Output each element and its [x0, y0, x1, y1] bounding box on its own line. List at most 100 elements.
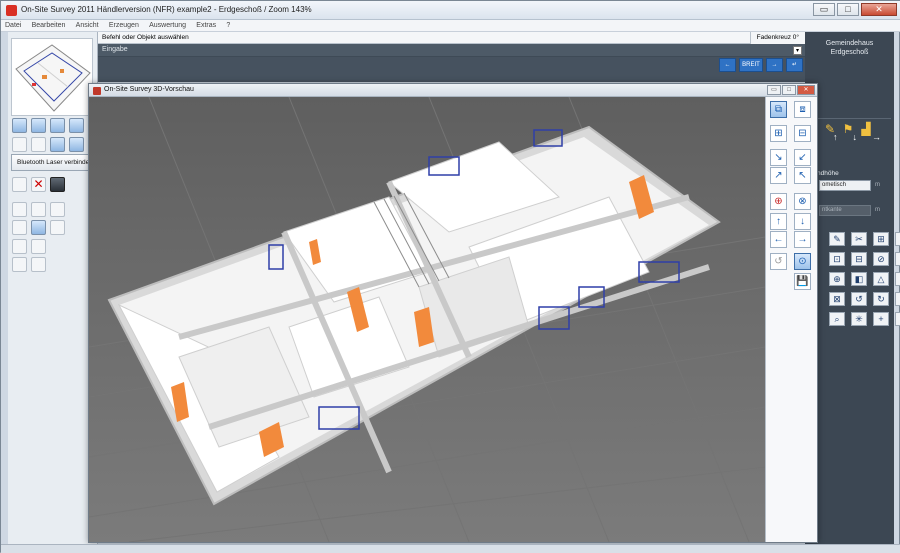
scanner-icon[interactable] [31, 202, 46, 217]
zoom-in-icon[interactable]: ↘ [770, 149, 787, 166]
move-up-icon[interactable]: ↑ [770, 213, 787, 230]
display-icon[interactable] [50, 177, 65, 192]
command-input[interactable]: Eingabe [98, 44, 805, 56]
camera-icon[interactable] [12, 202, 27, 217]
pencil-icon[interactable]: ✎ [823, 122, 837, 136]
maximize-button[interactable]: □ [837, 3, 859, 16]
height-select[interactable]: ometisch [819, 180, 871, 191]
delete-icon[interactable]: ✕ [31, 177, 46, 192]
enter-button[interactable]: ↵ [786, 58, 803, 72]
menu-help[interactable]: ? [222, 21, 234, 30]
cube-button[interactable] [50, 137, 65, 152]
add-tool-icon[interactable]: ⊕ [829, 272, 845, 286]
print-button[interactable] [31, 137, 46, 152]
menu-erzeugen[interactable]: Erzeugen [105, 21, 143, 30]
triangle-tool-icon[interactable]: △ [873, 272, 889, 286]
tool-row-5 [12, 220, 65, 235]
main-window: On-Site Survey 2011 Händlerversion (NFR)… [0, 0, 900, 553]
globe-icon[interactable]: ⊗ [794, 193, 811, 210]
rotate-left-icon[interactable]: ↺ [851, 292, 867, 306]
drawing-canvas[interactable] [98, 57, 805, 82]
view-2d-button[interactable] [12, 118, 27, 133]
minimize-button[interactable]: ▭ [813, 3, 835, 16]
grid-tool-icon[interactable]: ⊞ [873, 232, 889, 246]
menu-extras[interactable]: Extras [192, 21, 220, 30]
3d-viewport[interactable] [89, 97, 765, 542]
preview-title-bar: On-Site Survey 3D-Vorschau ▭ □ ✕ [89, 84, 817, 97]
layers-button[interactable] [69, 137, 84, 152]
move-left-icon[interactable]: ← [770, 231, 787, 248]
height-label: ndhöhe [817, 170, 839, 177]
door-icon[interactable] [12, 239, 27, 254]
color-icon[interactable] [31, 220, 46, 235]
zoom-icon[interactable]: ⌕ [829, 312, 845, 326]
camera-target-icon[interactable]: ⊙ [794, 253, 811, 270]
menu-bar: Datei Bearbeiten Ansicht Erzeugen Auswer… [1, 20, 900, 32]
device-icon[interactable] [12, 177, 27, 192]
plus-icon[interactable]: + [873, 312, 889, 326]
reset-icon[interactable]: ↺ [770, 253, 787, 270]
block-tool-icon[interactable]: ⊘ [873, 252, 889, 266]
menu-datei[interactable]: Datei [1, 21, 25, 30]
traffic-light-icon[interactable] [31, 257, 46, 272]
flag-icon[interactable]: ⚑ [841, 122, 855, 136]
menu-bearbeiten[interactable]: Bearbeiten [28, 21, 70, 30]
nav-button-group: ← BREIT → ↵ [719, 58, 803, 72]
cut-tool-icon[interactable]: ✂ [851, 232, 867, 246]
arrow-right-button[interactable]: → [766, 58, 783, 72]
list-icon[interactable] [12, 257, 27, 272]
view-3d-button[interactable] [31, 118, 46, 133]
remove-tool-icon[interactable]: ✕ [895, 272, 900, 286]
move-right-icon[interactable]: → [794, 231, 811, 248]
expand-icon[interactable]: ↗ [770, 167, 787, 184]
stretch-tool-icon[interactable]: ↕ [895, 252, 900, 266]
merge-tool-icon[interactable]: ⊟ [851, 252, 867, 266]
preview-close-button[interactable]: ✕ [797, 85, 815, 95]
tool-row-3: ✕ [12, 177, 65, 192]
arrow-left-button[interactable]: ← [719, 58, 736, 72]
close-button[interactable]: ✕ [861, 3, 897, 16]
arrow-right-icon[interactable]: → [872, 132, 881, 142]
orbit-icon[interactable]: ⊕ [770, 193, 787, 210]
view-export-button[interactable] [69, 118, 84, 133]
bowtie-icon[interactable] [50, 202, 65, 217]
command-prompt: Befehl oder Objekt auswählen [98, 32, 805, 44]
menu-auswertung[interactable]: Auswertung [145, 21, 190, 30]
star-tool-icon[interactable]: ⊛ [895, 292, 900, 306]
width-button[interactable]: BREIT [739, 58, 763, 72]
chevron-down-icon[interactable]: ▾ [793, 46, 802, 55]
snap-icon[interactable]: ✳ [851, 312, 867, 326]
iso-view-icon[interactable]: ⧈ [794, 101, 811, 118]
collapse-icon[interactable]: ↖ [794, 167, 811, 184]
tool-row-4 [12, 202, 65, 217]
height-unit: m [875, 182, 880, 188]
crosshair-label: Fadenkreuz 0° [749, 32, 805, 44]
bluetooth-laser-button[interactable]: Bluetooth Laser verbinden [11, 154, 94, 171]
window-icon[interactable] [31, 239, 46, 254]
preview-minimize-button[interactable]: ▭ [767, 85, 781, 95]
split-tool-icon[interactable]: ◧ [851, 272, 867, 286]
perspective-icon[interactable]: ⧉ [770, 101, 787, 118]
undo-button[interactable] [12, 137, 27, 152]
minus-icon[interactable]: − [895, 312, 900, 326]
floorplan-minimap[interactable] [11, 38, 93, 116]
right-tool-grid: ✎ ✂ ⊞ ⌖ ⊡ ⊟ ⊘ ↕ ⊕ ◧ △ ✕ ⊠ ↺ ↻ ⊛ ⌕ ✳ + − [829, 232, 900, 326]
front-view-icon[interactable]: ⊟ [794, 125, 811, 142]
zoom-out-icon[interactable]: ↙ [794, 149, 811, 166]
preview-maximize-button[interactable]: □ [782, 85, 796, 95]
view-layer-button[interactable] [50, 118, 65, 133]
save-icon[interactable]: 💾 [794, 273, 811, 290]
move-down-icon[interactable]: ↓ [794, 213, 811, 230]
ruler-icon[interactable]: ▟ [859, 122, 873, 136]
edit-tool-icon[interactable]: ✎ [829, 232, 845, 246]
resize-icon[interactable] [50, 220, 65, 235]
copy-tool-icon[interactable]: ⊡ [829, 252, 845, 266]
top-view-icon[interactable]: ⊞ [770, 125, 787, 142]
preview-window-controls: ▭ □ ✕ [767, 85, 815, 95]
stack-icon[interactable] [12, 220, 27, 235]
frame-tool-icon[interactable]: ⊠ [829, 292, 845, 306]
target-tool-icon[interactable]: ⌖ [895, 232, 900, 246]
edge-input[interactable]: ntkante [819, 205, 871, 216]
rotate-right-icon[interactable]: ↻ [873, 292, 889, 306]
menu-ansicht[interactable]: Ansicht [72, 21, 103, 30]
